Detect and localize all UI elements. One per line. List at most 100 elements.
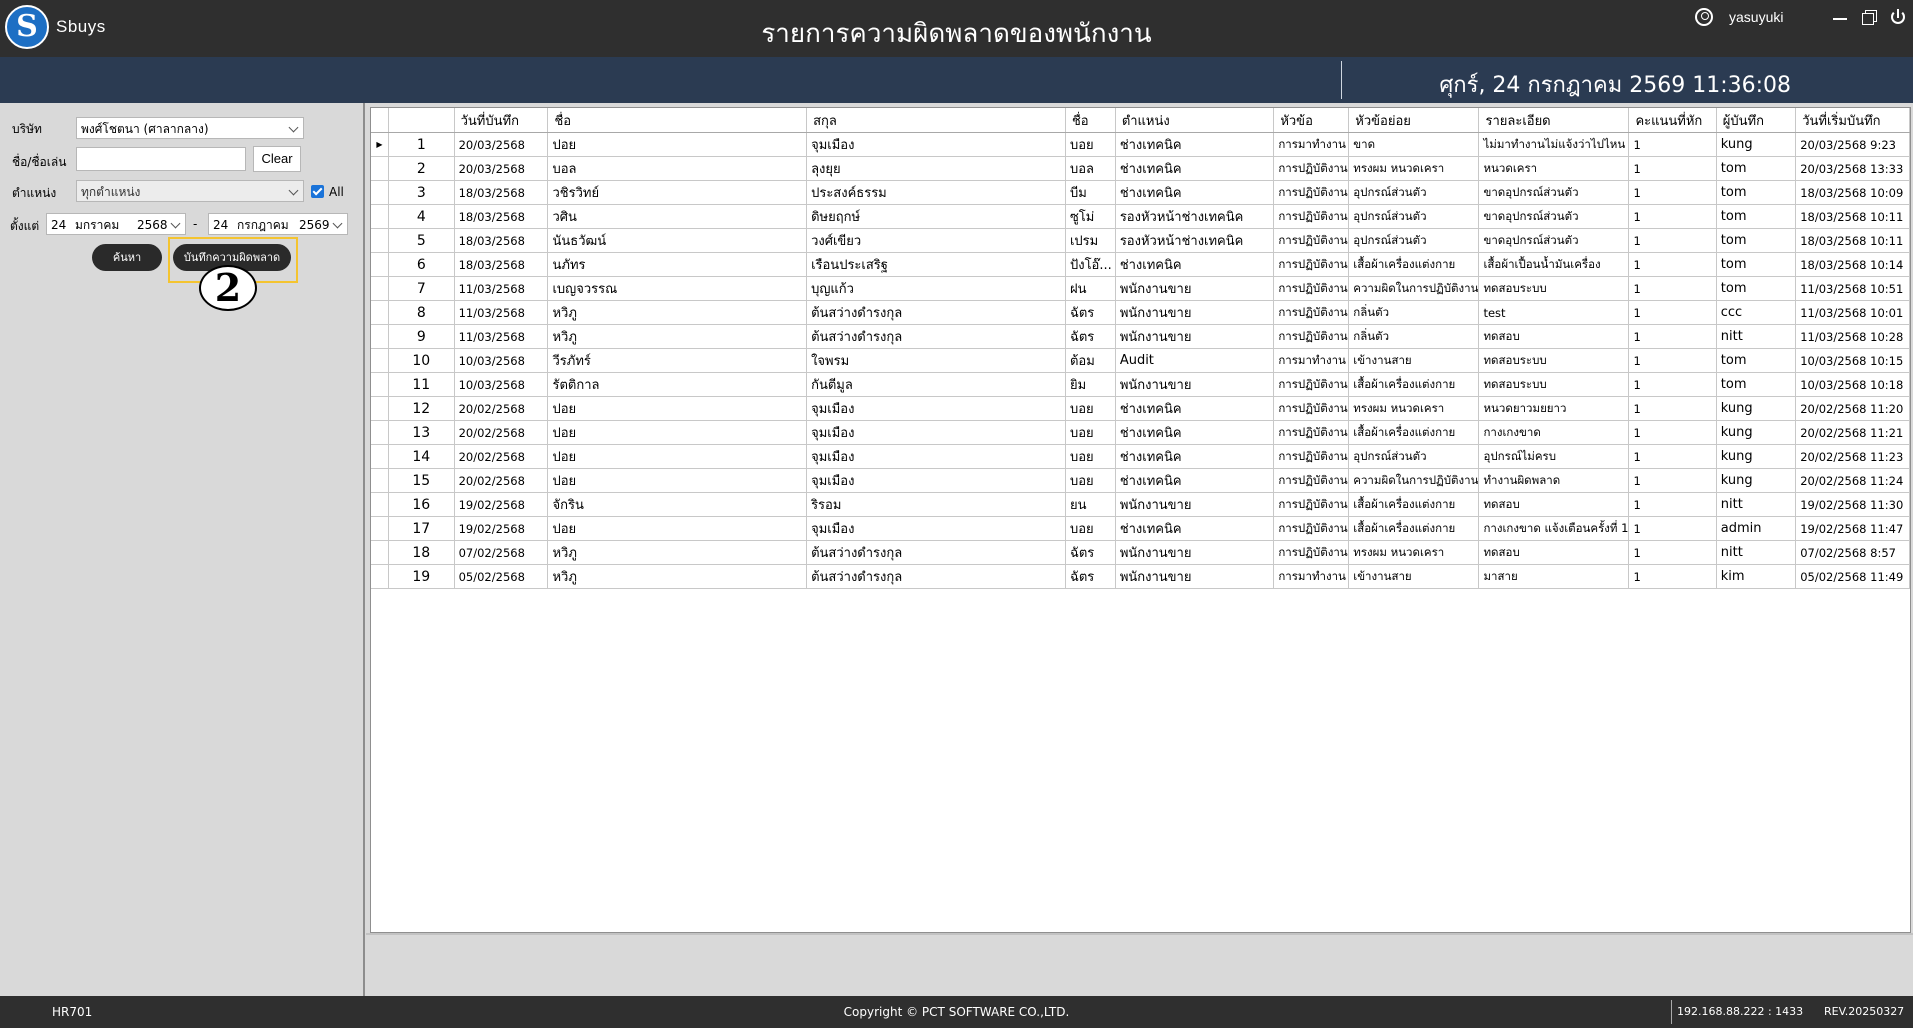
cell-last-name[interactable]: จุมเมือง bbox=[806, 396, 1066, 421]
cell-points[interactable]: 1 bbox=[1628, 180, 1717, 205]
cell-first-name[interactable]: รัตติกาล bbox=[547, 372, 808, 397]
row-indicator[interactable] bbox=[371, 372, 389, 397]
table-row[interactable]: 2 20/03/2568 บอล ลุงยุย บอล ช่างเทคนิค การปฏิบ… bbox=[371, 156, 1910, 181]
cell-recorder[interactable]: tom bbox=[1716, 204, 1797, 229]
cell-no[interactable]: 14 bbox=[388, 444, 455, 469]
col-header-points[interactable]: คะแนนที่หัก bbox=[1628, 108, 1717, 133]
cell-topic[interactable]: การปฏิบัติงาน bbox=[1273, 372, 1350, 397]
cell-position[interactable]: พนักงานขาย bbox=[1115, 540, 1275, 565]
cell-created[interactable]: 19/02/2568 11:47 bbox=[1795, 516, 1910, 541]
col-header-detail[interactable]: รายละเอียด bbox=[1478, 108, 1630, 133]
cell-detail[interactable]: ขาดอุปกรณ์ส่วนตัว bbox=[1478, 180, 1630, 205]
table-row[interactable]: 4 18/03/2568 วศิน ดิษยฤกษ์ ซูโม่ รองหัวหน้าช่… bbox=[371, 204, 1910, 229]
restore-button[interactable] bbox=[1859, 7, 1879, 27]
cell-nickname[interactable]: เปรม bbox=[1065, 228, 1116, 253]
cell-points[interactable]: 1 bbox=[1628, 300, 1717, 325]
cell-subtopic[interactable]: เข้างานสาย bbox=[1348, 564, 1480, 589]
row-indicator[interactable] bbox=[371, 252, 389, 277]
cell-recorder[interactable]: tom bbox=[1716, 180, 1797, 205]
cell-created[interactable]: 20/03/2568 9:23 bbox=[1795, 132, 1910, 157]
cell-first-name[interactable]: ปอย bbox=[547, 132, 808, 157]
cell-last-name[interactable]: ประสงค์ธรรม bbox=[806, 180, 1066, 205]
cell-record-date[interactable]: 20/03/2568 bbox=[454, 156, 549, 181]
cell-points[interactable]: 1 bbox=[1628, 396, 1717, 421]
cell-nickname[interactable]: ฉัตร bbox=[1065, 324, 1116, 349]
cell-first-name[interactable]: เบญจวรรณ bbox=[547, 276, 808, 301]
cell-position[interactable]: พนักงานขาย bbox=[1115, 492, 1275, 517]
table-row[interactable]: 15 20/02/2568 ปอย จุมเมือง บอย ช่างเทคนิค การป… bbox=[371, 468, 1910, 493]
cell-nickname[interactable]: ฉัตร bbox=[1065, 300, 1116, 325]
cell-recorder[interactable]: nitt bbox=[1716, 540, 1797, 565]
cell-no[interactable]: 5 bbox=[388, 228, 455, 253]
cell-nickname[interactable]: ฝน bbox=[1065, 276, 1116, 301]
cell-last-name[interactable]: ต้นสว่างดำรงกุล bbox=[806, 564, 1066, 589]
cell-topic[interactable]: การปฏิบัติงาน bbox=[1273, 228, 1350, 253]
table-row[interactable]: 9 11/03/2568 หวิภู ต้นสว่างดำรงกุล ฉัตร พนักง… bbox=[371, 324, 1910, 349]
cell-last-name[interactable]: จุมเมือง bbox=[806, 132, 1066, 157]
power-off-button[interactable] bbox=[1888, 7, 1908, 27]
cell-subtopic[interactable]: ความผิดในการปฏิบัติงาน bbox=[1348, 468, 1480, 493]
cell-no[interactable]: 15 bbox=[388, 468, 455, 493]
cell-nickname[interactable]: ยิม bbox=[1065, 372, 1116, 397]
cell-recorder[interactable]: tom bbox=[1716, 348, 1797, 373]
cell-no[interactable]: 7 bbox=[388, 276, 455, 301]
cell-recorder[interactable]: tom bbox=[1716, 276, 1797, 301]
table-row[interactable]: 19 05/02/2568 หวิภู ต้นสว่างดำรงกุล ฉัตร พนัก… bbox=[371, 564, 1910, 589]
cell-points[interactable]: 1 bbox=[1628, 204, 1717, 229]
cell-record-date[interactable]: 11/03/2568 bbox=[454, 324, 549, 349]
cell-created[interactable]: 10/03/2568 10:15 bbox=[1795, 348, 1910, 373]
cell-recorder[interactable]: kung bbox=[1716, 420, 1797, 445]
cell-created[interactable]: 20/03/2568 13:33 bbox=[1795, 156, 1910, 181]
cell-position[interactable]: พนักงานขาย bbox=[1115, 372, 1275, 397]
col-header-first-name[interactable]: ชื่อ bbox=[547, 108, 808, 133]
row-indicator[interactable] bbox=[371, 204, 389, 229]
cell-record-date[interactable]: 18/03/2568 bbox=[454, 180, 549, 205]
table-row[interactable]: 12 20/02/2568 ปอย จุมเมือง บอย ช่างเทคนิค การป… bbox=[371, 396, 1910, 421]
cell-detail[interactable]: ทดสอบ bbox=[1478, 492, 1630, 517]
cell-first-name[interactable]: วีรภัทร์ bbox=[547, 348, 808, 373]
cell-no[interactable]: 4 bbox=[388, 204, 455, 229]
table-row[interactable]: 11 10/03/2568 รัตติกาล กันตีมูล ยิม พนักงานขา… bbox=[371, 372, 1910, 397]
cell-first-name[interactable]: หวิภู bbox=[547, 324, 808, 349]
cell-points[interactable]: 1 bbox=[1628, 372, 1717, 397]
cell-detail[interactable]: ขาดอุปกรณ์ส่วนตัว bbox=[1478, 228, 1630, 253]
user-name[interactable]: yasuyuki bbox=[1729, 9, 1783, 25]
cell-detail[interactable]: หนวดยาวมยยาว bbox=[1478, 396, 1630, 421]
cell-subtopic[interactable]: เสื้อผ้าเครื่องแต่งกาย bbox=[1348, 516, 1480, 541]
cell-no[interactable]: 9 bbox=[388, 324, 455, 349]
cell-topic[interactable]: การปฏิบัติงาน bbox=[1273, 252, 1350, 277]
row-indicator[interactable] bbox=[371, 324, 389, 349]
company-select[interactable]: พงศ์โชตนา (ศาลากลาง) bbox=[76, 117, 304, 139]
date-from-picker[interactable]: 24 มกราคม 2568 bbox=[46, 213, 186, 235]
user-account-icon[interactable] bbox=[1695, 8, 1713, 26]
row-indicator[interactable] bbox=[371, 300, 389, 325]
cell-topic[interactable]: การมาทำงาน bbox=[1273, 564, 1350, 589]
all-positions-checkbox[interactable] bbox=[311, 185, 324, 198]
cell-detail[interactable]: เสื้อผ้าเปื้อนน้ำมันเครื่อง bbox=[1478, 252, 1630, 277]
cell-last-name[interactable]: ลุงยุย bbox=[806, 156, 1066, 181]
table-row[interactable]: 13 20/02/2568 ปอย จุมเมือง บอย ช่างเทคนิค การป… bbox=[371, 420, 1910, 445]
cell-topic[interactable]: การปฏิบัติงาน bbox=[1273, 468, 1350, 493]
row-indicator[interactable] bbox=[371, 276, 389, 301]
cell-first-name[interactable]: ปอย bbox=[547, 396, 808, 421]
cell-detail[interactable]: ทดสอบระบบ bbox=[1478, 276, 1630, 301]
cell-position[interactable]: ช่างเทคนิค bbox=[1115, 252, 1275, 277]
position-select[interactable]: ทุกตำแหน่ง bbox=[76, 180, 304, 202]
cell-points[interactable]: 1 bbox=[1628, 540, 1717, 565]
cell-position[interactable]: ช่างเทคนิค bbox=[1115, 468, 1275, 493]
cell-last-name[interactable]: วงศ์เขียว bbox=[806, 228, 1066, 253]
cell-created[interactable]: 20/02/2568 11:21 bbox=[1795, 420, 1910, 445]
cell-nickname[interactable]: ต้อม bbox=[1065, 348, 1116, 373]
cell-first-name[interactable]: วศิน bbox=[547, 204, 808, 229]
cell-topic[interactable]: การปฏิบัติงาน bbox=[1273, 180, 1350, 205]
cell-nickname[interactable]: บอย bbox=[1065, 444, 1116, 469]
cell-no[interactable]: 13 bbox=[388, 420, 455, 445]
cell-first-name[interactable]: จักริน bbox=[547, 492, 808, 517]
row-indicator[interactable] bbox=[371, 348, 389, 373]
cell-topic[interactable]: การมาทำงาน bbox=[1273, 348, 1350, 373]
cell-subtopic[interactable]: อุปกรณ์ส่วนตัว bbox=[1348, 180, 1480, 205]
cell-position[interactable]: ช่างเทคนิค bbox=[1115, 132, 1275, 157]
cell-last-name[interactable]: ดิษยฤกษ์ bbox=[806, 204, 1066, 229]
cell-detail[interactable]: อุปกรณ์ไม่ครบ bbox=[1478, 444, 1630, 469]
cell-detail[interactable]: มาสาย bbox=[1478, 564, 1630, 589]
